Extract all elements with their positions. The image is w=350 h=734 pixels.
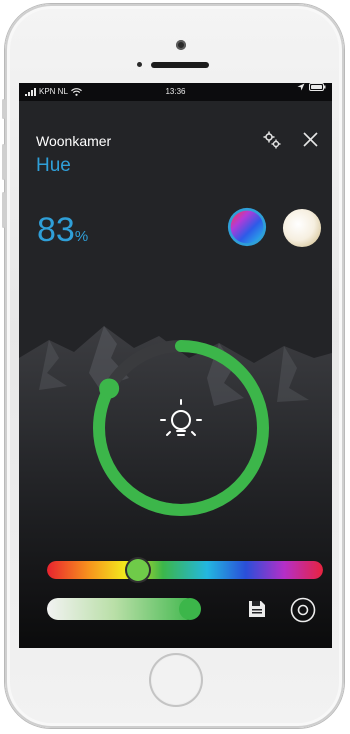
brightness-value: 83 xyxy=(37,211,75,249)
brightness-readout: 83% xyxy=(37,213,88,247)
lightbulb-icon xyxy=(160,399,202,436)
earpiece-speaker xyxy=(151,62,209,68)
status-right xyxy=(297,83,326,91)
white-mode-swatch[interactable] xyxy=(282,208,322,248)
gears-icon[interactable] xyxy=(262,130,282,150)
close-icon[interactable] xyxy=(302,131,319,148)
room-name: Woonkamer xyxy=(36,133,112,149)
mute-switch xyxy=(2,99,5,119)
color-hue-thumb[interactable] xyxy=(127,559,150,581)
front-camera xyxy=(176,40,186,50)
volume-up-button xyxy=(2,144,5,180)
dial-handle xyxy=(99,378,120,399)
color-hue-slider[interactable] xyxy=(47,561,323,579)
mode-title: Hue xyxy=(36,155,71,176)
volume-down-button xyxy=(2,192,5,228)
white-level-slider[interactable] xyxy=(47,598,197,620)
target-icon[interactable] xyxy=(290,597,316,623)
proximity-sensor xyxy=(137,62,142,67)
brightness-dial[interactable] xyxy=(81,328,281,528)
status-time: 13:36 xyxy=(165,87,186,96)
brightness-unit: % xyxy=(74,228,89,245)
home-button[interactable] xyxy=(149,653,203,707)
color-mode-swatch[interactable] xyxy=(227,207,267,247)
floppy-disk-icon[interactable] xyxy=(248,600,266,618)
status-bar: KPN NL 13:36 xyxy=(19,83,332,101)
app-screen: KPN NL 13:36 Woonkamer Hue 83% xyxy=(19,83,332,648)
battery-icon xyxy=(309,83,326,91)
white-level-thumb[interactable] xyxy=(178,598,201,620)
location-arrow-icon xyxy=(297,83,305,91)
